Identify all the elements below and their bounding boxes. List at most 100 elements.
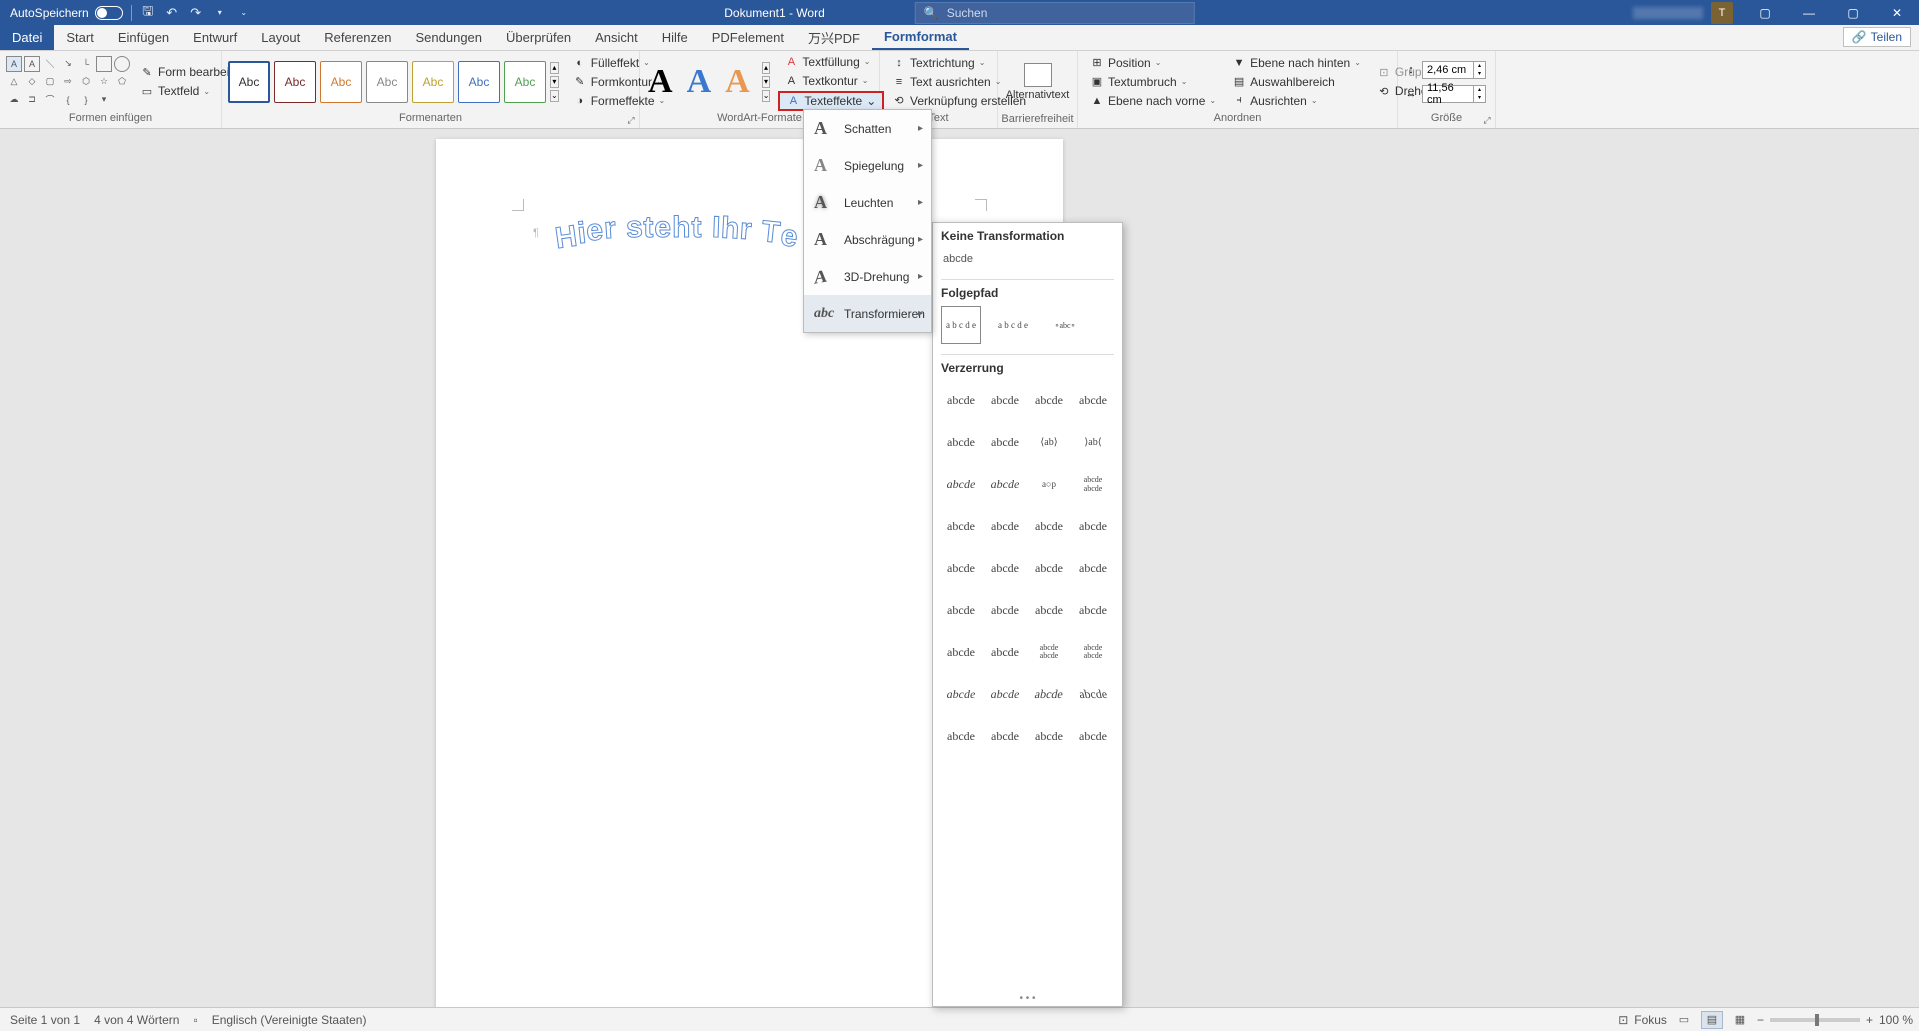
warp-option[interactable]: abcde (941, 717, 981, 755)
word-count[interactable]: 4 von 4 Wörtern (94, 1013, 179, 1027)
page-indicator[interactable]: Seite 1 von 1 (10, 1013, 80, 1027)
undo-icon[interactable]: ↶ (164, 5, 180, 21)
tab-layout[interactable]: Layout (249, 25, 312, 50)
search-input[interactable]: 🔍 Suchen (915, 2, 1195, 24)
style-item[interactable]: Abc (412, 61, 454, 103)
tab-mailings[interactable]: Sendungen (404, 25, 495, 50)
shape-callout-icon[interactable]: ⊐ (24, 92, 40, 108)
style-item[interactable]: Abc (458, 61, 500, 103)
path-option[interactable]: a b c d e (941, 306, 981, 344)
warp-option[interactable]: ⟨ab⟩ (1029, 423, 1069, 461)
text-effects-button[interactable]: ATexteffekte⌄ (778, 91, 884, 111)
warp-option[interactable]: abcde (1029, 381, 1069, 419)
tab-help[interactable]: Hilfe (650, 25, 700, 50)
style-item[interactable]: Abc (366, 61, 408, 103)
wordart-style-icon[interactable]: A (687, 63, 712, 101)
shape-roundrect-icon[interactable]: ▢ (42, 74, 58, 90)
tab-file[interactable]: Datei (0, 25, 54, 50)
focus-label[interactable]: Fokus (1634, 1013, 1667, 1027)
warp-option[interactable]: abcde (941, 423, 981, 461)
wrap-button[interactable]: ▣Textumbruch⌄ (1084, 73, 1222, 91)
shape-hex-icon[interactable]: ⬡ (78, 74, 94, 90)
menu-3d-rotation[interactable]: A3D-Drehung▸ (804, 258, 931, 295)
warp-option[interactable]: abcde (941, 633, 981, 671)
save-icon[interactable]: 🖫 (140, 5, 156, 21)
shape-triangle-icon[interactable]: △ (6, 74, 22, 90)
warp-option[interactable]: abcde (941, 465, 981, 503)
text-outline-button[interactable]: ATextkontur⌄ (778, 72, 884, 90)
shape-cloud-icon[interactable]: ☁ (6, 92, 22, 108)
warp-option[interactable]: abcde (1069, 675, 1117, 713)
menu-transform[interactable]: abcTransformieren▸ (804, 295, 931, 332)
shape-connector-icon[interactable]: └ (78, 56, 94, 72)
style-item[interactable]: Abc (320, 61, 362, 103)
language-indicator[interactable]: Englisch (Vereinigte Staaten) (212, 1013, 367, 1027)
warp-option[interactable]: abcde (985, 381, 1025, 419)
shape-diamond-icon[interactable]: ◇ (24, 74, 40, 90)
read-mode-icon[interactable]: ▭ (1673, 1011, 1695, 1029)
share-button[interactable]: 🔗 Teilen (1843, 27, 1911, 47)
qat-dropdown-icon[interactable]: ▾ (212, 5, 228, 21)
warp-option[interactable]: abcde (1073, 549, 1113, 587)
warp-option[interactable]: abcde (985, 633, 1025, 671)
dialog-launcher-icon[interactable]: ⤢ (625, 115, 637, 127)
shape-brace2-icon[interactable]: } (78, 92, 94, 108)
dialog-launcher-icon[interactable]: ⤢ (1481, 115, 1493, 127)
shape-arc-icon[interactable]: ⌒ (42, 92, 58, 108)
warp-option[interactable]: abcde (985, 423, 1025, 461)
path-option[interactable]: ∘abc∘ (1045, 306, 1085, 344)
warp-option[interactable]: abcdeabcde (1073, 633, 1113, 671)
style-item[interactable]: Abc (504, 61, 546, 103)
warp-option[interactable]: abcde (1029, 717, 1069, 755)
shape-brace-icon[interactable]: { (60, 92, 76, 108)
zoom-slider[interactable] (1770, 1018, 1860, 1022)
menu-bevel[interactable]: AAbschrägung▸ (804, 221, 931, 258)
shape-pent-icon[interactable]: ⬠ (114, 74, 130, 90)
selection-pane-button[interactable]: ▤Auswahlbereich (1226, 73, 1367, 91)
autosave-toggle[interactable]: AutoSpeichern (10, 6, 123, 20)
warp-option[interactable]: abcde (985, 717, 1025, 755)
shape-gallery[interactable]: A A ＼ ↘ └ △ ◇ ▢ ⇨ ⬡ ☆ ⬠ ☁ ⊐ ⌒ { } ▾ (6, 56, 130, 108)
shape-rect-icon[interactable] (96, 56, 112, 72)
gallery-scroll[interactable]: ▴▾⌄ (550, 62, 559, 102)
tab-view[interactable]: Ansicht (583, 25, 650, 50)
width-input[interactable]: 11,56 cm▴▾ (1422, 85, 1486, 103)
tab-design[interactable]: Entwurf (181, 25, 249, 50)
warp-option[interactable]: abcde (985, 549, 1025, 587)
shape-star-icon[interactable]: ☆ (96, 74, 112, 90)
tab-review[interactable]: Überprüfen (494, 25, 583, 50)
close-icon[interactable]: ✕ (1875, 0, 1919, 25)
shape-textbox2-icon[interactable]: A (24, 56, 40, 72)
shape-textbox-icon[interactable]: A (6, 56, 22, 72)
wordart-object[interactable]: Hier steht Ihr Te (554, 211, 800, 245)
menu-reflection[interactable]: ASpiegelung▸ (804, 147, 931, 184)
warp-option[interactable]: abcdeabcde (1029, 633, 1069, 671)
warp-option[interactable]: a○p (1029, 465, 1069, 503)
panel-resize-icon[interactable]: • • • (933, 993, 1122, 1004)
zoom-out-icon[interactable]: − (1757, 1013, 1764, 1027)
tab-shapeformat[interactable]: Formformat (872, 25, 969, 50)
warp-option[interactable]: abcde (985, 591, 1025, 629)
shape-more-icon[interactable]: ▾ (96, 92, 112, 108)
wordart-style-icon[interactable]: A (725, 63, 750, 101)
alt-text-button[interactable]: Alternativtext (1007, 53, 1069, 111)
no-transform-option[interactable]: abcde (941, 249, 1114, 269)
warp-option[interactable]: abcde (1029, 549, 1069, 587)
tab-start[interactable]: Start (54, 25, 105, 50)
wordart-gallery[interactable]: A A A (640, 63, 758, 101)
warp-option[interactable]: abcde (941, 675, 981, 713)
shape-arrow-icon[interactable]: ↘ (60, 56, 76, 72)
warp-option[interactable]: abcde (941, 549, 981, 587)
shape-arrow2-icon[interactable]: ⇨ (60, 74, 76, 90)
shape-line-icon[interactable]: ＼ (42, 56, 58, 72)
bring-forward-button[interactable]: ▲Ebene nach vorne⌄ (1084, 92, 1222, 110)
warp-option[interactable]: abcde (1029, 591, 1069, 629)
warp-option[interactable]: abcde (941, 381, 981, 419)
warp-option[interactable]: abcde (1073, 717, 1113, 755)
style-item[interactable]: Abc (274, 61, 316, 103)
gallery-scroll[interactable]: ▴▾⌄ (762, 62, 771, 102)
warp-option[interactable]: abcde (985, 465, 1025, 503)
warp-option[interactable]: abcde (1073, 591, 1113, 629)
print-layout-icon[interactable]: ▤ (1701, 1011, 1723, 1029)
maximize-icon[interactable]: ▢ (1831, 0, 1875, 25)
